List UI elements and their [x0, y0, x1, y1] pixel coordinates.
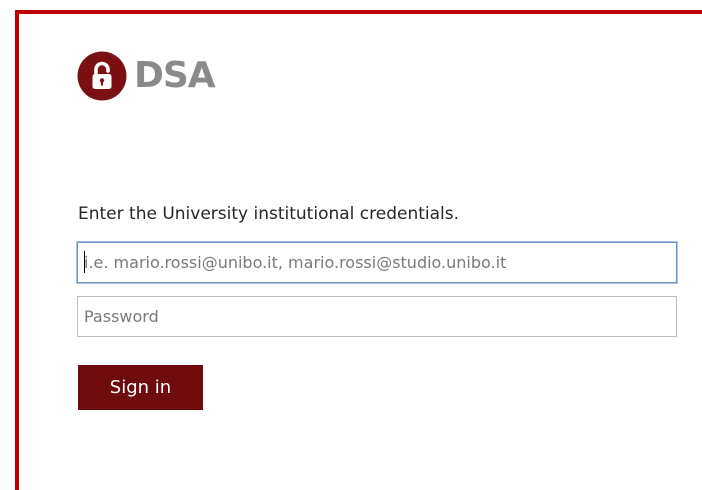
logo-text: DSA — [134, 55, 216, 96]
sign-in-button[interactable]: Sign in — [78, 365, 203, 410]
username-input[interactable] — [77, 242, 677, 283]
password-input[interactable] — [77, 296, 677, 337]
dsa-logo: DSA — [77, 51, 216, 101]
credentials-prompt: Enter the University institutional crede… — [78, 204, 460, 224]
padlock-icon — [77, 51, 127, 101]
text-caret — [84, 251, 85, 273]
